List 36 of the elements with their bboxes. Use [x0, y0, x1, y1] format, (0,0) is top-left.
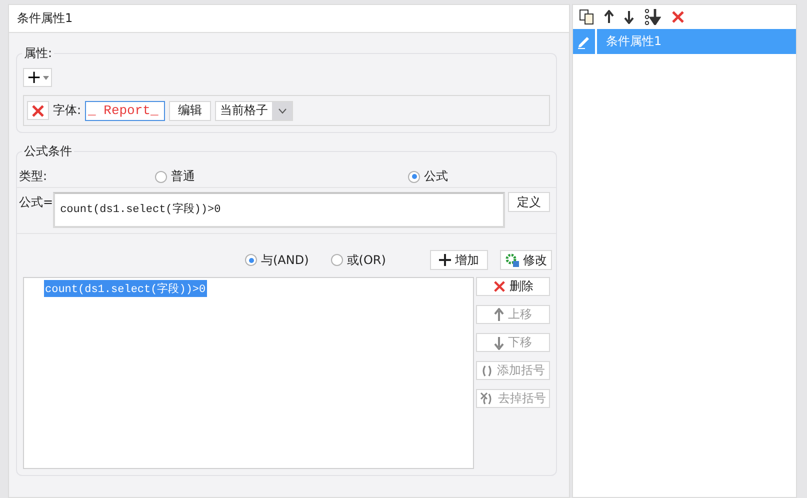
gear-icon: [504, 253, 519, 267]
edit-button[interactable]: 编辑: [169, 100, 212, 120]
move-bottom-icon[interactable]: [644, 9, 661, 25]
close-icon: [671, 10, 685, 24]
bracket-icon: [481, 364, 493, 376]
pencil-icon: [577, 34, 591, 48]
group-legend: 属性:: [22, 45, 54, 62]
formula-label: 公式=: [19, 194, 54, 211]
arrow-up-icon: [494, 308, 504, 322]
plus-icon: [438, 254, 451, 266]
modify-button[interactable]: 修改: [500, 250, 552, 270]
arrow-down-icon: [624, 10, 634, 24]
add-button[interactable]: +: [23, 68, 52, 87]
logic-radio[interactable]: 或(OR): [330, 252, 386, 268]
close-icon: [31, 104, 45, 118]
add-condition-button[interactable]: 增加: [430, 250, 488, 270]
arrow-down-icon: [494, 336, 504, 350]
bracket-remove-icon: [480, 392, 494, 405]
arrow-up-icon: [604, 10, 614, 24]
action-button[interactable]: 删除: [476, 277, 550, 296]
font-field[interactable]: _ Report_: [85, 100, 166, 120]
copy-icon[interactable]: [579, 9, 594, 25]
group-legend: 公式条件: [22, 143, 74, 160]
caret-icon: [42, 76, 49, 80]
type-radio[interactable]: 公式: [408, 168, 448, 185]
define-button[interactable]: 定义: [508, 192, 550, 212]
scope-dropdown[interactable]: 当前格子: [215, 100, 294, 120]
close-icon: [492, 280, 506, 293]
dialog-title: 条件属性1: [17, 10, 73, 27]
type-radio[interactable]: 普通: [155, 168, 408, 185]
type-label: 类型:: [19, 168, 48, 185]
logic-radio[interactable]: 与(AND): [245, 252, 309, 268]
formula-field[interactable]: count(ds1.select(字段))>0: [53, 192, 505, 228]
remove-button[interactable]: [27, 101, 49, 120]
chevron-down-icon: [278, 108, 287, 114]
font-label: 字体:: [53, 102, 82, 119]
